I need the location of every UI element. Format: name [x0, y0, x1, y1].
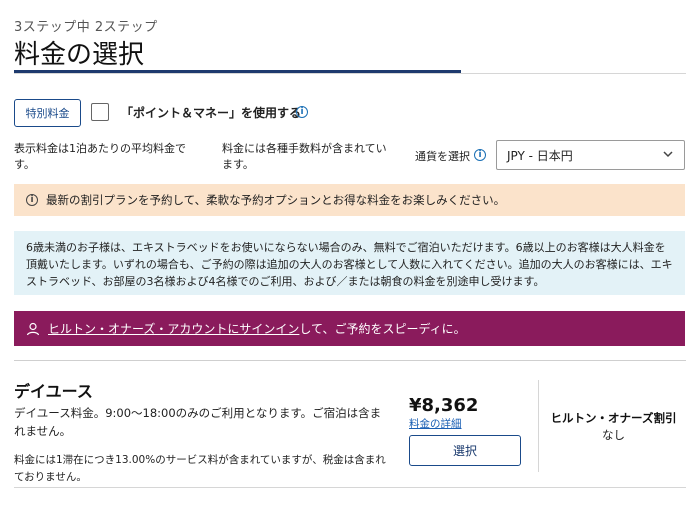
- chevron-down-icon: [663, 151, 673, 158]
- info-icon[interactable]: i: [296, 106, 308, 118]
- average-rate-note: 表示料金は1泊あたりの平均料金です。: [14, 142, 186, 171]
- progress-underline: [14, 70, 461, 73]
- children-policy-text: 6歳未満のお子様は、エキストラベッドをお使いにならない場合のみ、無料でご宿泊いた…: [26, 241, 673, 288]
- currency-select[interactable]: JPY - 日本円: [496, 140, 685, 170]
- points-money-checkbox[interactable]: [91, 103, 109, 121]
- currency-value: JPY - 日本円: [507, 148, 573, 163]
- rate-details-link[interactable]: 料金の詳細: [409, 416, 462, 431]
- promo-banner: i 最新の割引プランを予約して、柔軟な予約オプションとお得な料金をお楽しみくださ…: [14, 184, 685, 216]
- select-button[interactable]: 選択: [409, 435, 521, 466]
- promo-text: 最新の割引プランを予約して、柔軟な予約オプションとお得な料金をお楽しみください。: [46, 193, 506, 207]
- honors-discount-title: ヒルトン・オナーズ割引: [550, 411, 677, 425]
- person-icon: [26, 322, 40, 335]
- room-name: デイユース: [14, 382, 93, 401]
- header-divider: [14, 73, 686, 74]
- signin-suffix: して、ご予約をスピーディに。: [299, 322, 466, 336]
- children-policy-notice: 6歳未満のお子様は、エキストラベッドをお使いにならない場合のみ、無料でご宿泊いた…: [14, 231, 685, 295]
- fees-note: 料金には各種手数料が含まれています。: [222, 142, 387, 171]
- column-divider: [538, 380, 539, 472]
- step-indicator: 3ステップ中 2ステップ: [14, 20, 158, 35]
- page-title: 料金の選択: [14, 40, 145, 70]
- points-money-label[interactable]: 「ポイント＆マネー」を使用する: [121, 104, 301, 121]
- special-rates-button[interactable]: 特別料金: [14, 99, 81, 127]
- signin-link[interactable]: ヒルトン・オナーズ・アカウントにサインイン: [48, 320, 299, 337]
- info-icon: i: [26, 194, 38, 206]
- room-fee-note: 料金には1滞在につき13.00%のサービス料が含まれていますが、税金は含まれてお…: [14, 454, 386, 483]
- section-divider: [14, 360, 686, 361]
- info-icon[interactable]: i: [474, 149, 486, 161]
- currency-label: 通貨を選択: [415, 150, 470, 163]
- bottom-divider: [14, 487, 686, 488]
- signin-banner: ヒルトン・オナーズ・アカウントにサインイン して、ご予約をスピーディに。: [14, 311, 685, 346]
- room-description: デイユース料金。9:00～18:00のみのご利用となります。ご宿泊は含まれません…: [14, 406, 382, 438]
- room-price: ¥8,362: [409, 395, 479, 416]
- honors-discount-value: なし: [602, 428, 625, 442]
